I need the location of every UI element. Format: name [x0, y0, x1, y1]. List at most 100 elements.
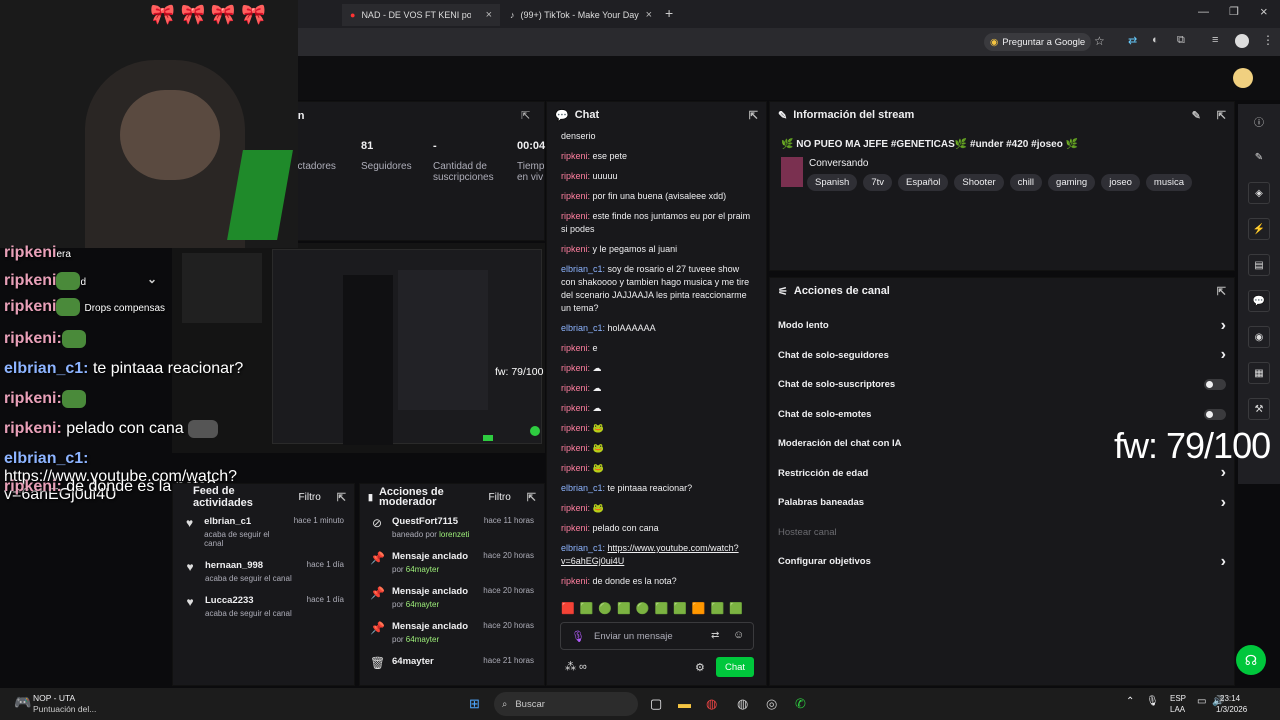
- chat-username[interactable]: elbrian_c1:: [561, 543, 605, 553]
- close-icon[interactable]: ×: [646, 9, 652, 21]
- chat-username[interactable]: ripkeni:: [561, 211, 590, 221]
- broadcast-icon[interactable]: ◉: [1248, 326, 1270, 348]
- close-icon[interactable]: ×: [486, 9, 492, 21]
- chat-username[interactable]: ripkeni:: [561, 151, 590, 161]
- windows-start-icon[interactable]: ⊞: [469, 696, 480, 712]
- mod-action-by[interactable]: 64mayter: [406, 635, 439, 644]
- chat-input[interactable]: 🎙 Enviar un mensaje ⇄ ☺: [560, 622, 754, 650]
- bookmark-star-icon[interactable]: ☆: [1094, 34, 1105, 48]
- translate-icon[interactable]: ⇄: [1128, 34, 1137, 47]
- chrome-profile-icon[interactable]: ◍: [737, 696, 748, 712]
- channel-action-row[interactable]: Chat de solo-suscriptores: [770, 370, 1234, 400]
- network-icon[interactable]: ▭: [1197, 696, 1206, 707]
- restore-icon[interactable]: ❐: [1229, 5, 1239, 18]
- chat-username[interactable]: ripkeni:: [561, 363, 590, 373]
- stream-tag[interactable]: Shooter: [954, 174, 1004, 191]
- stream-tag[interactable]: 7tv: [863, 174, 893, 191]
- chevron-right-icon[interactable]: ›: [1221, 317, 1226, 335]
- chat-username[interactable]: ripkeni:: [561, 443, 590, 453]
- stream-tag[interactable]: gaming: [1048, 174, 1096, 191]
- chat-username[interactable]: ripkeni:: [561, 523, 590, 533]
- stream-tag[interactable]: musica: [1145, 174, 1193, 191]
- layout-icon[interactable]: ▦: [1248, 362, 1270, 384]
- game-app-icon[interactable]: 🎮: [14, 694, 31, 711]
- tab-tiktok[interactable]: ♪ (99+) TikTok - Make Your Day ×: [502, 4, 660, 26]
- expand-icon[interactable]: ⇱: [749, 109, 758, 122]
- settings-gear-icon[interactable]: ⚙: [695, 661, 705, 674]
- tab-youtube[interactable]: ● NAD - DE VOS FT KENI por maj ×: [342, 4, 500, 26]
- stream-tag[interactable]: Español: [898, 174, 949, 191]
- expand-icon[interactable]: ⇱: [1217, 285, 1226, 298]
- activity-username[interactable]: elbrian_c1: [204, 516, 286, 527]
- lightning-icon[interactable]: ⚡: [1248, 218, 1270, 240]
- mod-action-item[interactable]: 🗑 64mayter hace 21 horas: [360, 650, 544, 676]
- chat-username[interactable]: elbrian_c1:: [561, 264, 605, 274]
- mod-action-by[interactable]: 64mayter: [406, 600, 439, 609]
- activity-item[interactable]: ♥ Lucca2233 acaba de seguir el canal hace 1…: [173, 589, 354, 624]
- mod-action-item[interactable]: ⊘ QuestFort7115 baneado por lorenzeti hace …: [360, 510, 544, 545]
- edit-icon[interactable]: ✎: [1192, 109, 1201, 122]
- steam-icon[interactable]: ◎: [766, 696, 777, 712]
- clock-time[interactable]: 23:14: [1220, 694, 1240, 703]
- expand-icon[interactable]: ⇱: [1217, 109, 1226, 122]
- help-chat-button[interactable]: ☊: [1236, 645, 1266, 675]
- chat-username[interactable]: ripkeni:: [561, 403, 590, 413]
- expand-icon[interactable]: ⇱: [521, 109, 530, 122]
- chevron-right-icon[interactable]: ›: [1221, 494, 1226, 512]
- chat-username[interactable]: ripkeni:: [561, 191, 590, 201]
- channel-action-row[interactable]: Modo lento ›: [770, 311, 1234, 341]
- chat-username[interactable]: ripkeni:: [561, 343, 590, 353]
- channel-action-row[interactable]: Configurar objetivos ›: [770, 547, 1234, 577]
- chat-message-list[interactable]: denserio ripkeni: ese pete ripkeni: uuuuu r…: [547, 128, 766, 603]
- microphone-icon[interactable]: 🎙: [571, 630, 585, 643]
- extensions-icon[interactable]: ⧉: [1177, 34, 1185, 47]
- mod-action-item[interactable]: 📌 Mensaje anclado por 64mayter hace 20 hora…: [360, 580, 544, 615]
- chrome-icon[interactable]: ◍: [706, 696, 717, 712]
- user-avatar[interactable]: [1233, 68, 1253, 88]
- emote-picker-icon[interactable]: ☺: [733, 629, 744, 641]
- toggle-switch[interactable]: [1204, 408, 1226, 420]
- taskbar-search[interactable]: ⌕ Buscar: [494, 692, 638, 716]
- activity-filter-button[interactable]: Filtro: [299, 492, 321, 503]
- minimize-icon[interactable]: —: [1198, 6, 1209, 18]
- task-view-icon[interactable]: ▢: [650, 696, 662, 712]
- chat-username[interactable]: ripkeni:: [561, 423, 590, 433]
- reading-list-icon[interactable]: ≡: [1212, 34, 1218, 46]
- channel-action-row[interactable]: Palabras baneadas ›: [770, 488, 1234, 518]
- chat-icon[interactable]: 💬: [1248, 290, 1270, 312]
- chat-username[interactable]: ripkeni:: [561, 463, 590, 473]
- window-close-icon[interactable]: ×: [1260, 4, 1268, 19]
- activity-item[interactable]: ♥ hernaan_998 acaba de seguir el canal hace…: [173, 554, 354, 589]
- mod-action-by[interactable]: 64mayter: [406, 565, 439, 574]
- chevron-right-icon[interactable]: ›: [1221, 346, 1226, 364]
- toggle-switch[interactable]: [1204, 379, 1226, 391]
- menu-icon[interactable]: ⋮: [1262, 33, 1274, 47]
- clip-icon[interactable]: ◈: [1248, 182, 1270, 204]
- ask-google-button[interactable]: ◉ Preguntar a Google: [984, 33, 1092, 51]
- mod-action-item[interactable]: 📌 Mensaje anclado por 64mayter hace 20 hora…: [360, 615, 544, 650]
- mod-action-by[interactable]: lorenzeti: [439, 530, 469, 539]
- language-indicator[interactable]: ESP: [1170, 694, 1186, 703]
- emote-bar[interactable]: 🟥🟩🟢🟩🟢🟩🟩🟧🟩🟩: [561, 602, 748, 615]
- chat-username[interactable]: ripkeni:: [561, 383, 590, 393]
- mod-filter-button[interactable]: Filtro: [489, 492, 511, 503]
- bits-icon[interactable]: ⁂ ∞: [565, 660, 587, 673]
- whatsapp-icon[interactable]: ✆: [795, 696, 806, 712]
- activity-username[interactable]: hernaan_998: [205, 560, 292, 571]
- activity-item[interactable]: ♥ elbrian_c1 acaba de seguir el canal hace …: [173, 510, 354, 554]
- stream-tag[interactable]: joseo: [1101, 174, 1140, 191]
- chat-username[interactable]: ripkeni:: [561, 171, 590, 181]
- translate-icon[interactable]: ⇄: [711, 630, 719, 641]
- document-icon[interactable]: ▤: [1248, 254, 1270, 276]
- chat-username[interactable]: elbrian_c1:: [561, 323, 605, 333]
- file-explorer-icon[interactable]: ▬: [678, 696, 691, 711]
- profile-avatar[interactable]: [1235, 34, 1249, 48]
- microphone-tray-icon[interactable]: 🎙: [1146, 696, 1159, 707]
- expand-icon[interactable]: ⇱: [337, 491, 346, 504]
- chevron-up-icon[interactable]: ⌃: [1126, 696, 1134, 707]
- chat-username[interactable]: ripkeni:: [561, 244, 590, 254]
- mod-action-item[interactable]: 📌 Mensaje anclado por 64mayter hace 20 hora…: [360, 545, 544, 580]
- chevron-right-icon[interactable]: ›: [1221, 553, 1226, 571]
- stream-tag[interactable]: Spanish: [807, 174, 858, 191]
- expand-icon[interactable]: ⇱: [527, 491, 536, 504]
